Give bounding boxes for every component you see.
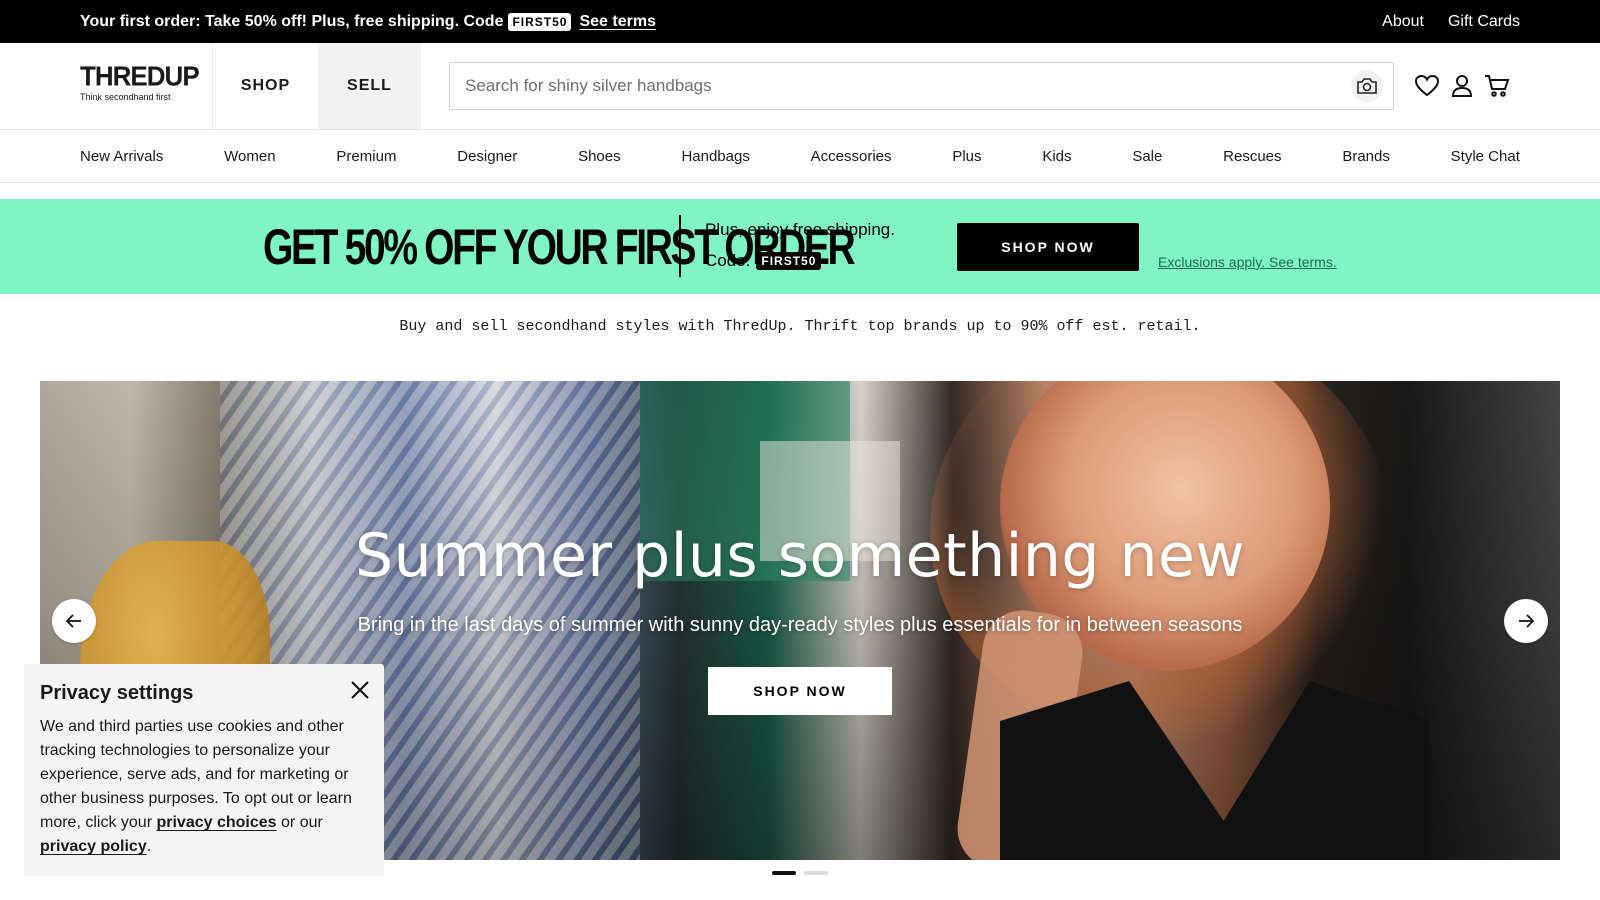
tab-shop[interactable]: SHOP — [212, 43, 318, 129]
nav-rescues[interactable]: Rescues — [1223, 148, 1281, 165]
camera-icon[interactable] — [1351, 70, 1383, 102]
site-header: THREDUP Think secondhand first SHOP SELL — [0, 43, 1600, 130]
arrow-left-icon — [65, 614, 81, 628]
announcement-promo: Your first order: Take 50% off! Plus, fr… — [80, 0, 656, 43]
privacy-choices-link[interactable]: privacy choices — [156, 814, 276, 831]
privacy-settings-dialog: Privacy settings We and third parties us… — [24, 664, 384, 876]
tab-sell[interactable]: SELL — [318, 43, 421, 129]
gift-cards-link[interactable]: Gift Cards — [1448, 13, 1520, 31]
privacy-text-middle: or our — [281, 814, 323, 831]
carousel-dot-2[interactable] — [804, 871, 828, 875]
nav-kids[interactable]: Kids — [1042, 148, 1071, 165]
privacy-title: Privacy settings — [40, 682, 194, 704]
nav-premium[interactable]: Premium — [336, 148, 396, 165]
nav-brands[interactable]: Brands — [1342, 148, 1390, 165]
nav-plus[interactable]: Plus — [952, 148, 981, 165]
about-link[interactable]: About — [1382, 13, 1424, 31]
close-icon[interactable] — [350, 680, 370, 700]
nav-handbags[interactable]: Handbags — [681, 148, 749, 165]
carousel-dots — [772, 871, 828, 875]
nav-accessories[interactable]: Accessories — [811, 148, 892, 165]
arrow-right-icon — [1519, 614, 1535, 628]
carousel-prev-button[interactable] — [52, 599, 96, 643]
hero-shop-now-button[interactable]: SHOP NOW — [708, 667, 892, 715]
see-terms-link[interactable]: See terms — [579, 13, 656, 31]
promo-code-pill: FIRST50 — [756, 252, 822, 270]
promo-code-line: Code: FIRST50 — [705, 251, 822, 271]
nav-shoes[interactable]: Shoes — [578, 148, 621, 165]
announcement-text: Your first order: Take 50% off! Plus, fr… — [80, 12, 504, 30]
search-input[interactable] — [450, 63, 1330, 109]
promo-banner: GET 50% OFF YOUR FIRST ORDER Plus, enjoy… — [0, 199, 1600, 294]
heart-icon[interactable] — [1413, 72, 1441, 100]
thredup-logo[interactable]: THREDUP Think secondhand first — [80, 60, 200, 102]
category-list: New Arrivals Women Premium Designer Shoe… — [80, 130, 1520, 183]
nav-women[interactable]: Women — [224, 148, 275, 165]
nav-new-arrivals[interactable]: New Arrivals — [80, 148, 163, 165]
nav-designer[interactable]: Designer — [457, 148, 517, 165]
nav-sale[interactable]: Sale — [1132, 148, 1162, 165]
carousel-dot-1[interactable] — [772, 871, 796, 875]
site-tagline: Buy and sell secondhand styles with Thre… — [399, 318, 1201, 335]
logo-wordmark: THREDUP — [80, 60, 200, 92]
hero-subtitle: Bring in the last days of summer with su… — [357, 614, 1243, 636]
hero-title: Summer plus something new — [354, 521, 1246, 591]
carousel-next-button[interactable] — [1504, 599, 1548, 643]
privacy-body: We and third parties use cookies and oth… — [40, 715, 368, 859]
cart-icon[interactable] — [1483, 72, 1511, 100]
promo-code-badge: FIRST50 — [508, 12, 572, 31]
exclusions-link[interactable]: Exclusions apply. See terms. — [1158, 254, 1337, 270]
nav-style-chat[interactable]: Style Chat — [1451, 148, 1520, 165]
category-nav: New Arrivals Women Premium Designer Shoe… — [0, 130, 1600, 183]
logo-tagline: Think secondhand first — [80, 92, 171, 102]
promo-shipping-text: Plus, enjoy free shipping. — [705, 220, 895, 239]
promo-shop-now-button[interactable]: SHOP NOW — [957, 223, 1139, 271]
promo-code-label: Code: — [705, 251, 751, 270]
search-bar — [449, 62, 1394, 110]
promo-divider — [679, 215, 681, 277]
user-icon[interactable] — [1448, 72, 1476, 100]
privacy-policy-link[interactable]: privacy policy — [40, 838, 147, 855]
announcement-bar: Your first order: Take 50% off! Plus, fr… — [0, 0, 1600, 43]
utility-links: About Gift Cards — [1382, 0, 1520, 43]
privacy-text-end: . — [146, 838, 152, 855]
